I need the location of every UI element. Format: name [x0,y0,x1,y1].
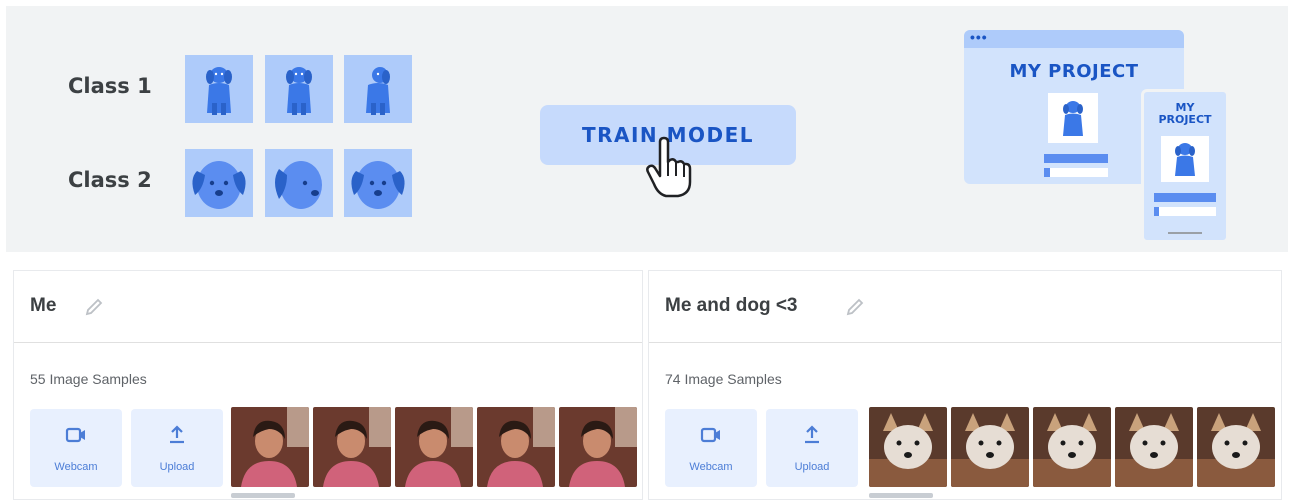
upload-button[interactable]: Upload [131,409,223,487]
browser-confidence-fill-2 [1044,168,1050,177]
class-name[interactable]: Me and dog <3 [665,295,798,317]
person-photo-thumbnail [313,407,391,487]
class-1-sample-2 [265,55,333,123]
project-phone-mockup: MY PROJECT [1141,89,1229,243]
person-photo-thumbnail [395,407,473,487]
browser-confidence-bar [1044,154,1108,163]
browser-title-bar: ••• [964,30,1184,48]
person-photo-thumbnail [477,407,555,487]
sample-count: 55 Image Samples [30,371,147,387]
class-1-sample-1 [185,55,253,123]
thumbnail-scrollbar[interactable] [231,493,295,498]
class-1-label: Class 1 [68,74,152,98]
class-card-header: Me and dog <3 [649,271,1281,343]
browser-preview-image [1048,93,1098,143]
dog-photo-thumbnail [951,407,1029,487]
browser-dots-icon: ••• [970,29,988,45]
phone-home-indicator [1168,232,1202,234]
dog-photo-thumbnail [1115,407,1193,487]
webcam-icon [65,427,85,443]
dog-face-icon [275,161,322,209]
dog-photo-thumbnail [869,407,947,487]
class-2-sample-1 [185,149,253,217]
dog-face-icon [351,161,405,209]
sample-thumbnail[interactable] [1197,407,1275,487]
person-photo-thumbnail [231,407,309,487]
dog-sitting-icon [366,67,390,115]
dog-photo-thumbnail [1033,407,1111,487]
webcam-icon [700,427,720,443]
upload-button[interactable]: Upload [766,409,858,487]
pencil-icon[interactable] [84,297,104,317]
sample-thumbnail[interactable] [869,407,947,487]
sample-thumbnail[interactable] [559,407,637,487]
class-2-sample-3 [344,149,412,217]
webcam-label: Webcam [689,461,733,473]
phone-confidence-fill-2 [1154,207,1159,216]
class-name[interactable]: Me [30,295,56,317]
upload-label: Upload [794,461,830,473]
dog-photo-thumbnail [1197,407,1275,487]
webcam-button[interactable]: Webcam [30,409,122,487]
dog-face-icon [192,161,246,209]
browser-project-title: MY PROJECT [1009,61,1139,82]
sample-thumbnail[interactable] [395,407,473,487]
class-2-sample-2 [265,149,333,217]
sample-thumbnail[interactable] [313,407,391,487]
teachable-machine-banner: Class 1 Class 2 TRAIN MODEL ••• MY PROJE… [6,6,1288,252]
class-2-label: Class 2 [68,168,152,192]
sample-thumbnail[interactable] [1115,407,1193,487]
phone-confidence-bar-2 [1154,207,1216,216]
dog-sitting-icon [1175,143,1195,176]
webcam-button[interactable]: Webcam [665,409,757,487]
thumbnail-scrollbar[interactable] [869,493,933,498]
person-photo-thumbnail [559,407,637,487]
class-card-me: Me 55 Image Samples Webcam Upload [13,270,643,500]
dog-sitting-icon [206,67,232,115]
upload-icon [805,425,819,444]
sample-thumbnail[interactable] [951,407,1029,487]
webcam-label: Webcam [54,461,98,473]
upload-icon [170,425,184,444]
dog-sitting-icon [286,67,312,115]
sample-thumbnail[interactable] [477,407,555,487]
phone-confidence-bar [1154,193,1216,202]
class-card-me-and-dog: Me and dog <3 74 Image Samples Webcam Up… [648,270,1282,500]
hand-pointer-icon [646,136,692,198]
phone-title-line-2: PROJECT [1158,113,1212,126]
class-card-header: Me [14,271,642,343]
browser-confidence-bar-2 [1044,168,1108,177]
dog-sitting-icon [1063,101,1083,136]
sample-thumbnail[interactable] [1033,407,1111,487]
sample-count: 74 Image Samples [665,371,782,387]
phone-preview-image [1161,136,1209,182]
sample-thumbnail[interactable] [231,407,309,487]
upload-label: Upload [159,461,195,473]
phone-project-title: MY PROJECT [1144,102,1226,126]
class-1-sample-3 [344,55,412,123]
pencil-icon[interactable] [845,297,865,317]
